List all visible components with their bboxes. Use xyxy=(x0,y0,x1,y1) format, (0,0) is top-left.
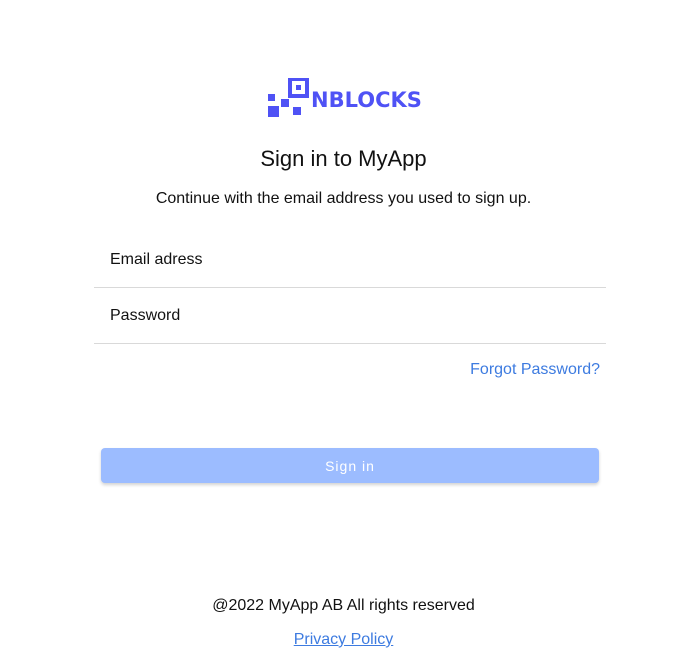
blocks-logo-icon: NBLOCKS xyxy=(268,78,422,117)
page-subtitle: Continue with the email address you used… xyxy=(155,190,532,207)
brand-name: NBLOCKS xyxy=(311,88,422,112)
page-title: Sign in to MyApp xyxy=(260,146,427,171)
email-field-container xyxy=(94,233,606,288)
privacy-policy-link[interactable]: Privacy Policy xyxy=(294,631,394,648)
password-field-container xyxy=(94,289,606,344)
brand-logo: NBLOCKS xyxy=(268,78,438,118)
copyright-text: @2022 MyApp AB All rights reserved xyxy=(212,597,475,614)
sign-in-button[interactable]: Sign in xyxy=(101,448,599,483)
email-field[interactable] xyxy=(94,233,606,287)
privacy-container: Privacy Policy xyxy=(0,629,687,651)
password-field[interactable] xyxy=(94,289,606,343)
forgot-password-link[interactable]: Forgot Password? xyxy=(470,359,600,381)
